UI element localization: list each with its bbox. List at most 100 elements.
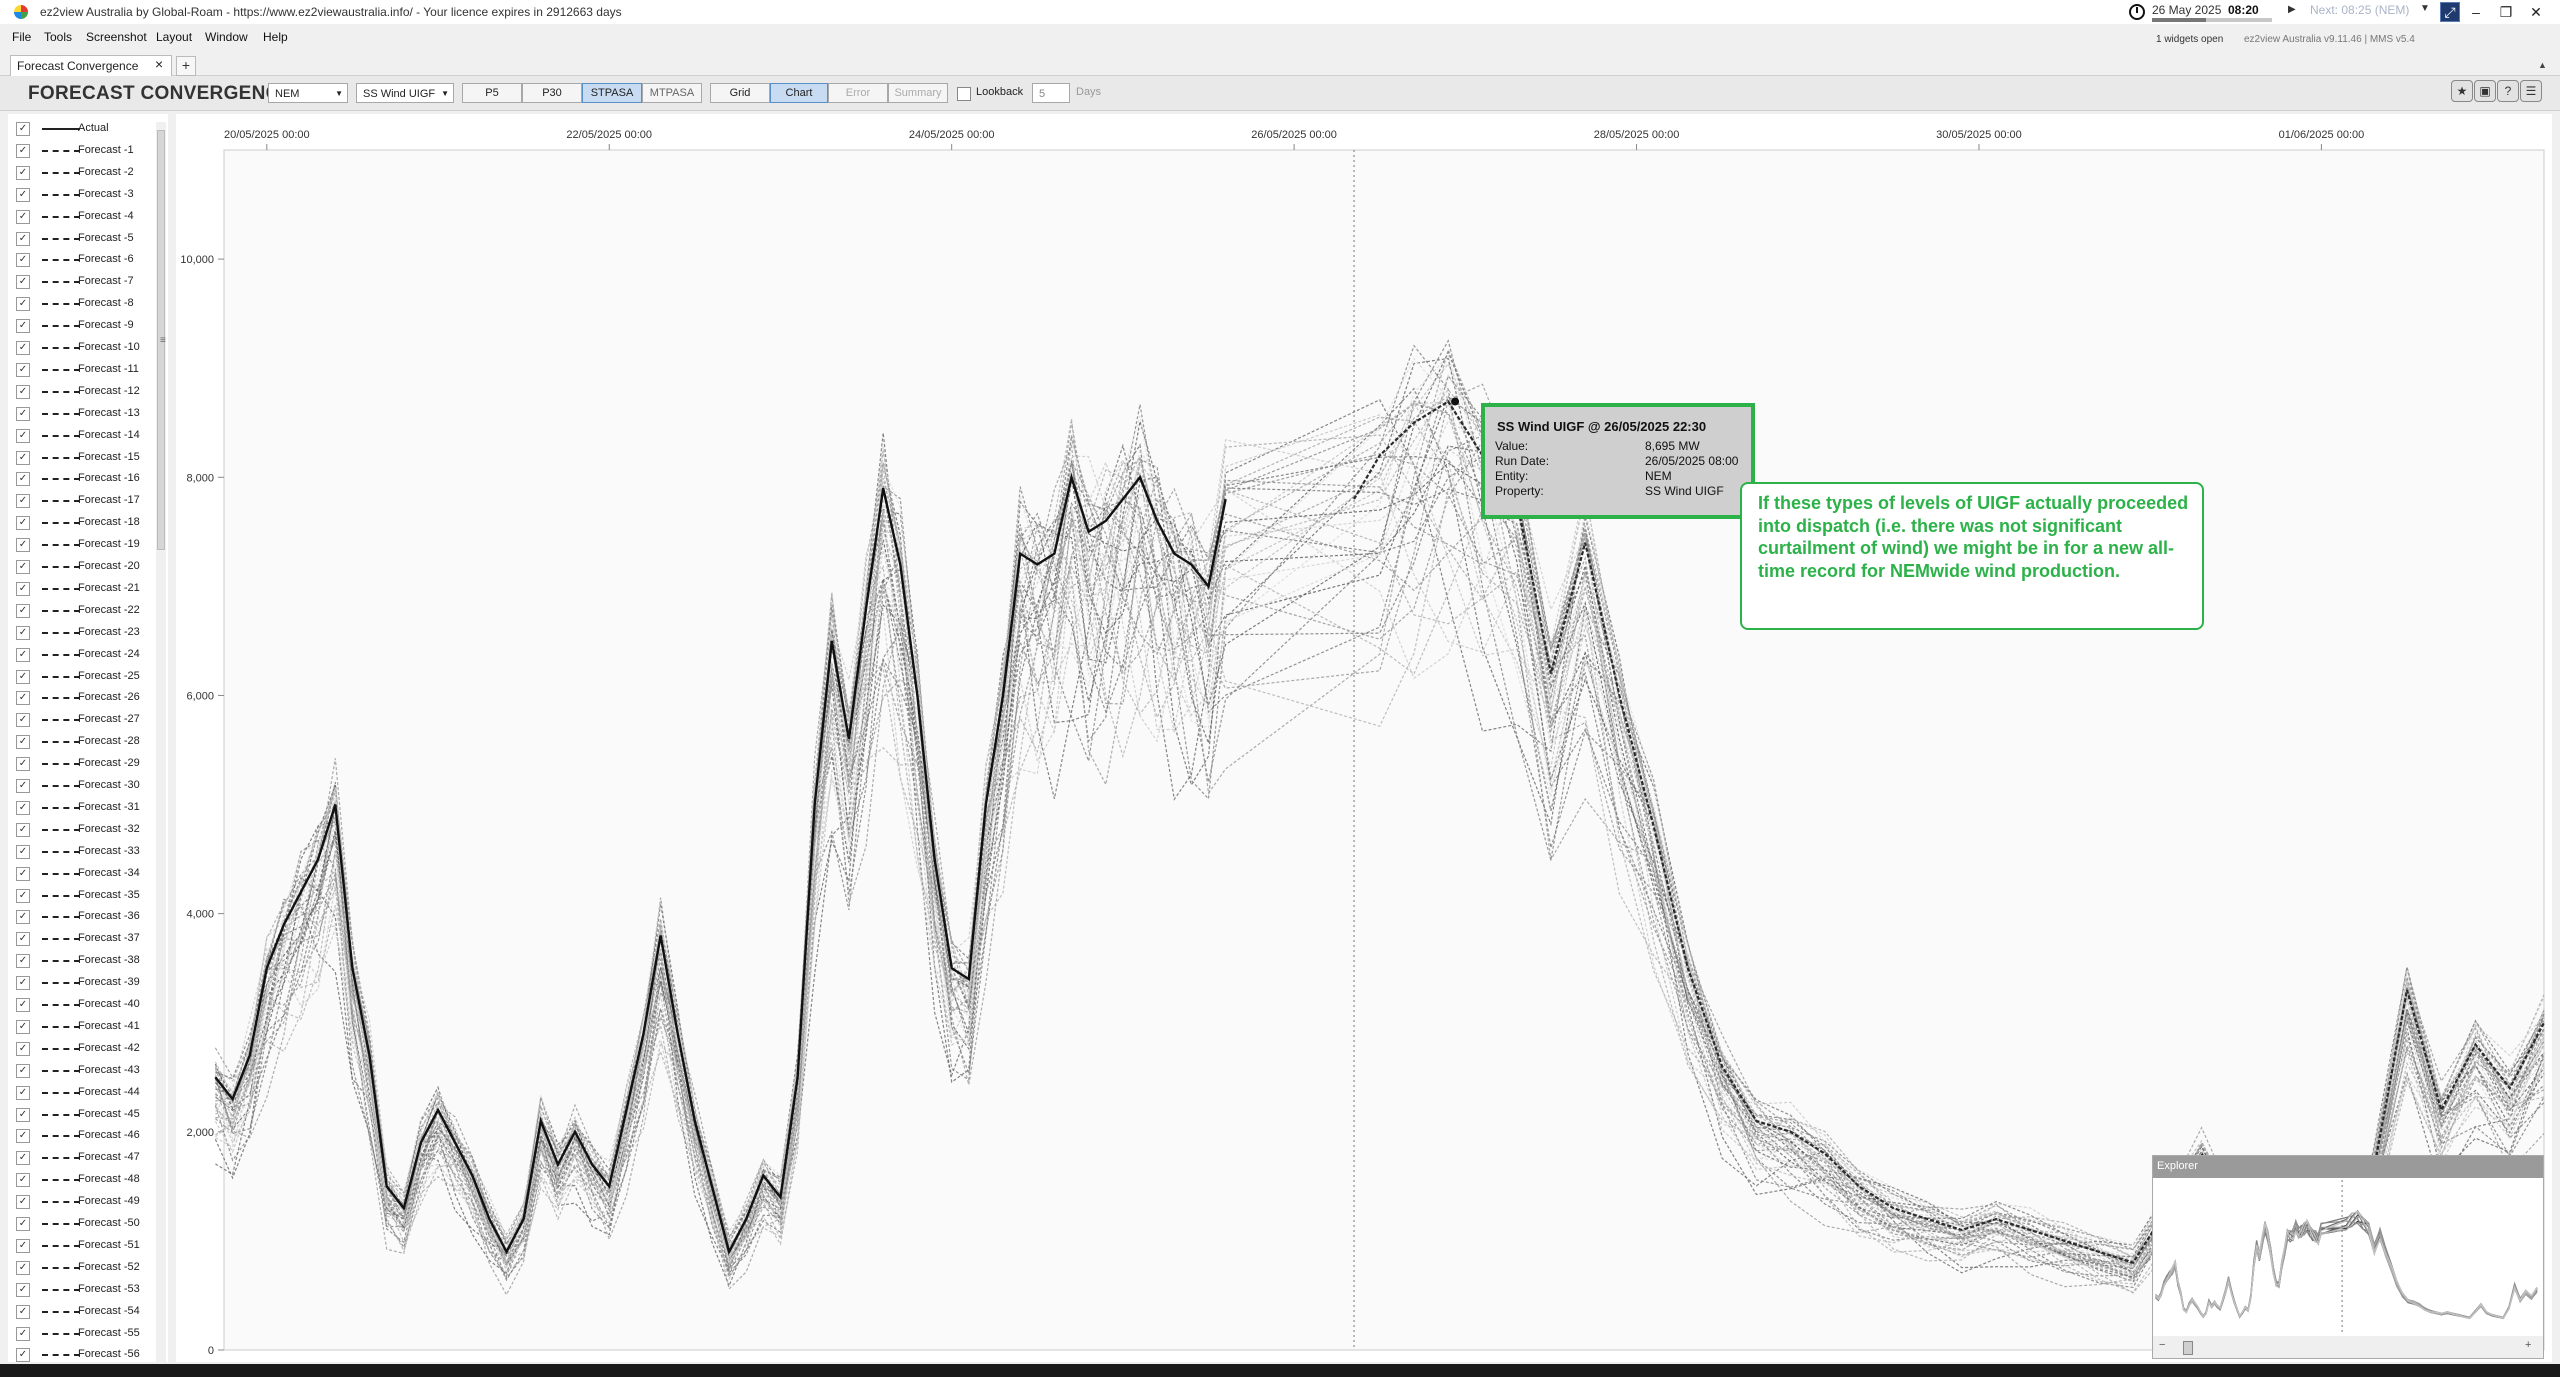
explorer-panel[interactable]: Explorer − + [2152, 1155, 2544, 1359]
legend-checkbox[interactable]: ✓ [16, 122, 30, 136]
legend-item[interactable]: ✓ Forecast -48 [8, 1169, 158, 1191]
legend-item[interactable]: ✓ Forecast -3 [8, 184, 158, 206]
legend-item[interactable]: ✓ Forecast -9 [8, 315, 158, 337]
legend-checkbox[interactable]: ✓ [16, 516, 30, 531]
legend-checkbox[interactable]: ✓ [16, 757, 30, 772]
chevron-down-icon[interactable]: ▼ [2420, 3, 2430, 14]
legend-item[interactable]: ✓ Forecast -13 [8, 403, 158, 425]
legend-item[interactable]: ✓ Forecast -27 [8, 709, 158, 731]
fullscreen-icon[interactable]: ⤢ [2440, 2, 2460, 22]
legend-item[interactable]: ✓ Forecast -22 [8, 600, 158, 622]
legend-item[interactable]: ✓ Forecast -2 [8, 162, 158, 184]
legend-checkbox[interactable]: ✓ [16, 844, 30, 859]
legend-checkbox[interactable]: ✓ [16, 1282, 30, 1297]
add-tab-button[interactable]: + [176, 56, 196, 76]
legend-item[interactable]: ✓ Forecast -30 [8, 775, 158, 797]
error-view-button[interactable]: Error [828, 83, 888, 103]
legend-item[interactable]: ✓ Forecast -43 [8, 1060, 158, 1082]
legend-item[interactable]: ✓ Forecast -19 [8, 534, 158, 556]
legend-item[interactable]: ✓ Forecast -1 [8, 140, 158, 162]
minimize-button[interactable]: – [2462, 2, 2490, 22]
legend-checkbox[interactable]: ✓ [16, 538, 30, 553]
region-select[interactable]: NEM ▼ [268, 83, 348, 103]
menu-window[interactable]: Window [205, 30, 248, 44]
legend-checkbox[interactable]: ✓ [16, 560, 30, 574]
legend-item[interactable]: ✓ Forecast -21 [8, 578, 158, 600]
legend-checkbox[interactable]: ✓ [16, 625, 30, 640]
legend-item[interactable]: ✓ Forecast -40 [8, 994, 158, 1016]
legend-checkbox[interactable]: ✓ [16, 998, 30, 1012]
summary-view-button[interactable]: Summary [888, 83, 948, 103]
chat-icon[interactable]: ☰ [2520, 80, 2542, 102]
explorer-chart[interactable] [2153, 1178, 2543, 1336]
legend-item[interactable]: ✓ Forecast -25 [8, 666, 158, 688]
legend-item[interactable]: ✓ Forecast -38 [8, 950, 158, 972]
legend-checkbox[interactable]: ✓ [16, 187, 30, 202]
legend-item[interactable]: ✓ Forecast -55 [8, 1323, 158, 1345]
legend-checkbox[interactable]: ✓ [16, 1151, 30, 1166]
scroll-left-icon[interactable]: − [2159, 1339, 2165, 1351]
legend-item[interactable]: ✓ Forecast -23 [8, 622, 158, 644]
legend-checkbox[interactable]: ✓ [16, 341, 30, 355]
legend-checkbox[interactable]: ✓ [16, 1019, 30, 1034]
legend-item[interactable]: ✓ Forecast -54 [8, 1301, 158, 1323]
legend-checkbox[interactable]: ✓ [16, 1173, 30, 1188]
legend-item[interactable]: ✓ Forecast -17 [8, 490, 158, 512]
legend-item[interactable]: ✓ Forecast -52 [8, 1257, 158, 1279]
legend-item[interactable]: ✓ Forecast -51 [8, 1235, 158, 1257]
legend-checkbox[interactable]: ✓ [16, 866, 30, 881]
legend-item[interactable]: ✓ Forecast -31 [8, 797, 158, 819]
legend-item[interactable]: ✓ Forecast -8 [8, 293, 158, 315]
scroll-right-icon[interactable]: + [2525, 1339, 2531, 1351]
legend-checkbox[interactable]: ✓ [16, 822, 30, 837]
p5-button[interactable]: P5 [462, 83, 522, 103]
legend-checkbox[interactable]: ✓ [16, 1217, 30, 1231]
legend-checkbox[interactable]: ✓ [16, 1326, 30, 1341]
explorer-scroll-thumb[interactable] [2183, 1341, 2193, 1355]
legend-checkbox[interactable]: ✓ [16, 888, 30, 903]
star-icon[interactable]: ★ [2451, 80, 2473, 102]
legend-checkbox[interactable]: ✓ [16, 231, 30, 246]
legend-item[interactable]: ✓ Forecast -42 [8, 1038, 158, 1060]
legend-item[interactable]: ✓ Forecast -56 [8, 1344, 158, 1362]
legend-checkbox[interactable]: ✓ [16, 800, 30, 815]
legend-item[interactable]: ✓ Forecast -45 [8, 1104, 158, 1126]
legend-checkbox[interactable]: ✓ [16, 1063, 30, 1078]
grid-view-button[interactable]: Grid [710, 83, 770, 103]
legend-item[interactable]: ✓ Forecast -20 [8, 556, 158, 578]
legend-checkbox[interactable]: ✓ [16, 1129, 30, 1144]
legend-item[interactable]: ✓ Forecast -39 [8, 972, 158, 994]
legend-checkbox[interactable]: ✓ [16, 406, 30, 421]
mtpasa-button[interactable]: MTPASA [642, 83, 702, 103]
legend-item[interactable]: ✓ Forecast -10 [8, 337, 158, 359]
camera-icon[interactable]: ▣ [2474, 80, 2496, 102]
legend-checkbox[interactable]: ✓ [16, 691, 30, 706]
legend-checkbox[interactable]: ✓ [16, 384, 30, 399]
legend-checkbox[interactable]: ✓ [16, 275, 30, 290]
legend-item[interactable]: ✓ Forecast -53 [8, 1279, 158, 1301]
restore-button[interactable]: ❐ [2492, 2, 2520, 22]
lookback-checkbox[interactable] [957, 87, 971, 101]
legend-checkbox[interactable]: ✓ [16, 165, 30, 180]
legend-checkbox[interactable]: ✓ [16, 713, 30, 728]
legend-item[interactable]: ✓ Forecast -50 [8, 1213, 158, 1235]
menu-file[interactable]: File [12, 30, 31, 44]
menu-layout[interactable]: Layout [156, 30, 192, 44]
close-window-button[interactable]: ✕ [2522, 2, 2550, 22]
legend-checkbox[interactable]: ✓ [16, 647, 30, 662]
legend-item[interactable]: ✓ Forecast -28 [8, 731, 158, 753]
legend-item[interactable]: ✓ Forecast -44 [8, 1082, 158, 1104]
menu-help[interactable]: Help [263, 30, 288, 44]
legend-item[interactable]: ✓ Forecast -4 [8, 206, 158, 228]
legend-item[interactable]: ✓ Forecast -47 [8, 1147, 158, 1169]
legend-checkbox[interactable]: ✓ [16, 362, 30, 377]
p30-button[interactable]: P30 [522, 83, 582, 103]
legend-item[interactable]: ✓ Forecast -26 [8, 687, 158, 709]
legend-checkbox[interactable]: ✓ [16, 209, 30, 224]
legend-checkbox[interactable]: ✓ [16, 910, 30, 925]
legend-checkbox[interactable]: ✓ [16, 735, 30, 750]
help-icon[interactable]: ? [2497, 80, 2519, 102]
legend-item[interactable]: ✓ Forecast -14 [8, 425, 158, 447]
legend-checkbox[interactable]: ✓ [16, 1348, 30, 1362]
lookback-days-stepper[interactable]: 5 [1032, 83, 1070, 103]
